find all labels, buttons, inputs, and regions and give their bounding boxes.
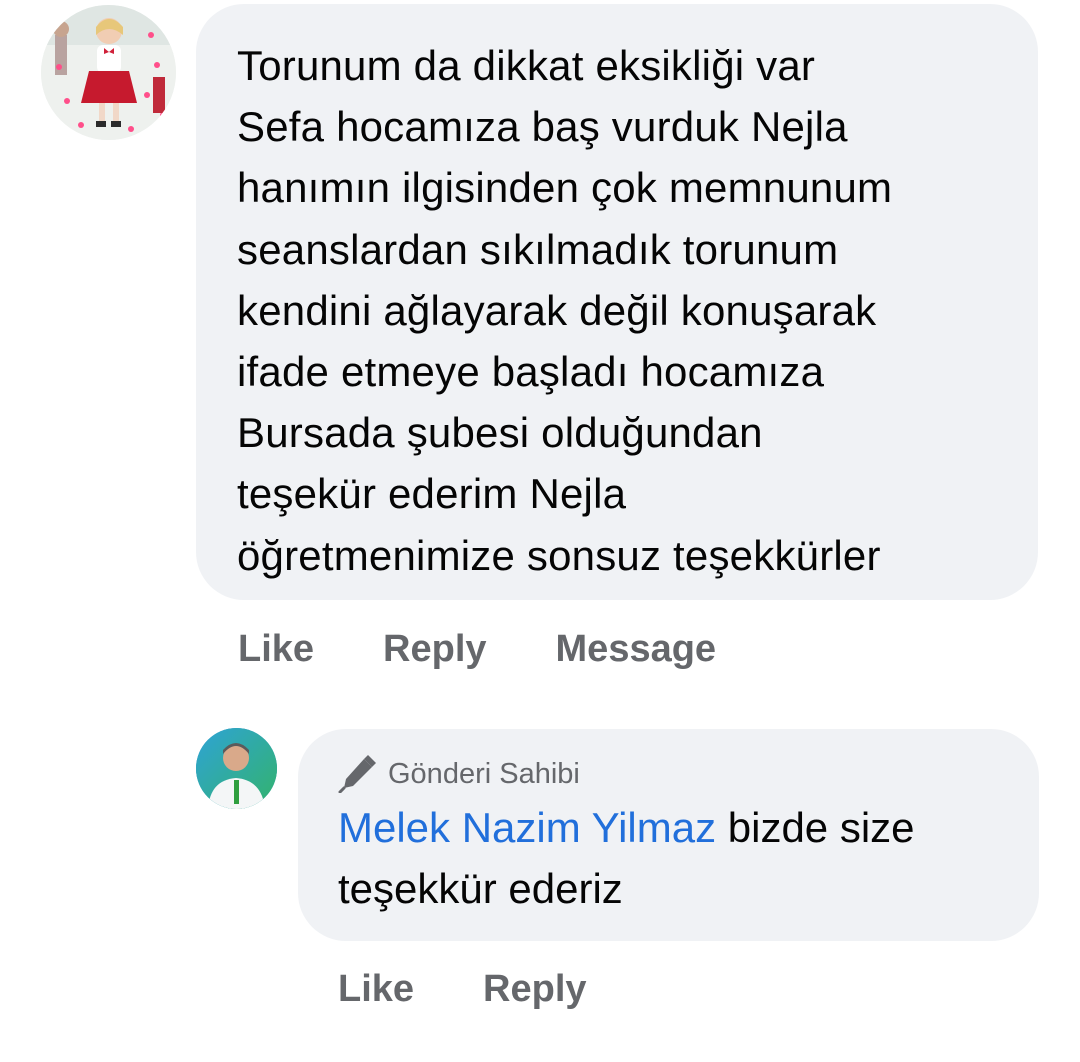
child-photo-icon (41, 5, 176, 140)
comment-bubble: Torunum da dikkat eksikliği var Sefa hoc… (196, 4, 1038, 600)
mention-link[interactable]: Melek Nazim Yilmaz (338, 804, 716, 851)
message-button[interactable]: Message (556, 628, 717, 671)
commenter-avatar[interactable] (41, 5, 176, 140)
reply-bubble: Gönderi Sahibi Melek Nazim Yilmaz bizde … (298, 729, 1039, 941)
pen-icon (338, 755, 376, 794)
reply-like-button[interactable]: Like (338, 968, 414, 1011)
man-photo-icon (196, 728, 277, 809)
like-button[interactable]: Like (238, 628, 314, 671)
comment-thread: Torunum da dikkat eksikliği var Sefa hoc… (0, 0, 1080, 1062)
reply-text: Melek Nazim Yilmaz bizde size teşekkür e… (338, 797, 1009, 919)
reply-button[interactable]: Reply (383, 628, 486, 671)
comment-text: Torunum da dikkat eksikliği var Sefa hoc… (237, 42, 893, 579)
author-badge: Gönderi Sahibi (338, 755, 1009, 794)
replier-avatar[interactable] (196, 728, 277, 809)
reply-reply-button[interactable]: Reply (483, 968, 586, 1011)
author-badge-label: Gönderi Sahibi (388, 757, 580, 790)
comment-actions: Like Reply Message (238, 624, 785, 674)
reply-actions: Like Reply (338, 964, 656, 1014)
